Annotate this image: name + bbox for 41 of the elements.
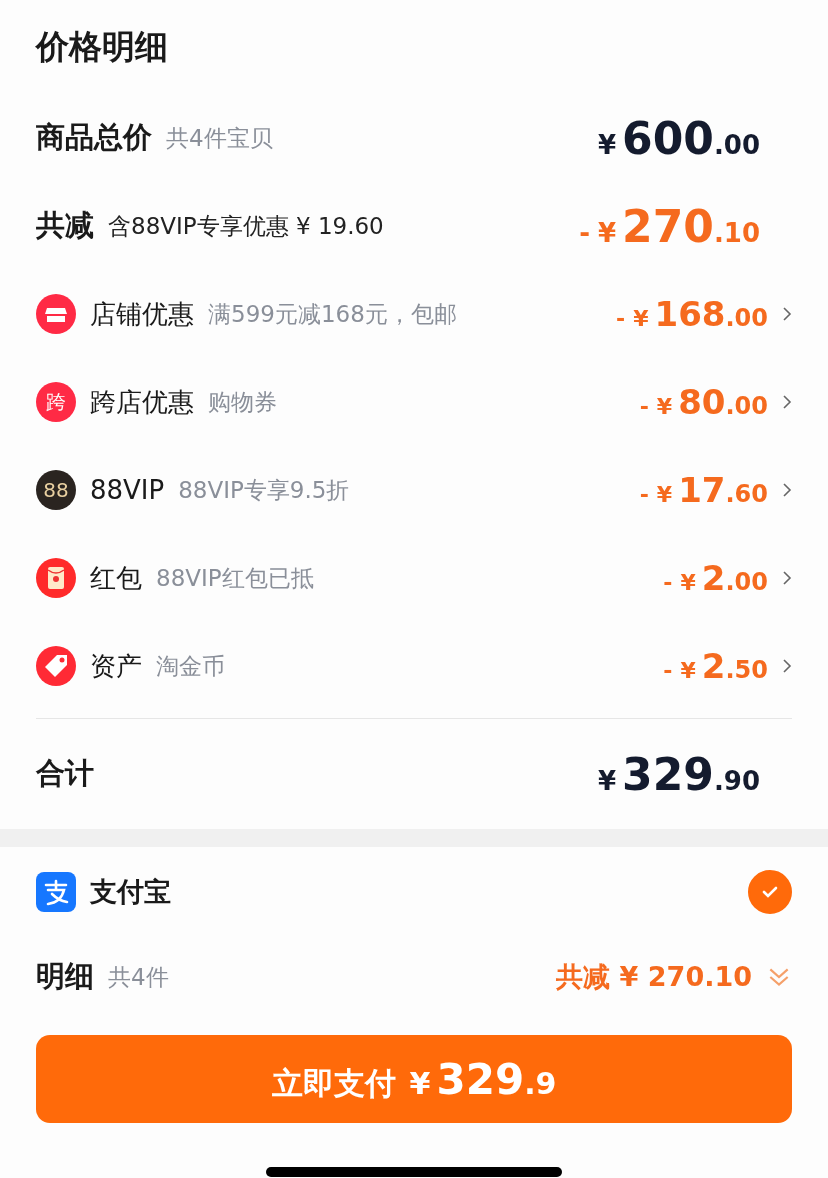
discount-amount: - ¥ 17.60 (639, 470, 768, 510)
vip-discount-note: 含88VIP专享优惠 ¥ 19.60 (108, 211, 384, 241)
discount-label: 红包 (90, 561, 142, 595)
discount-label: 店铺优惠 (90, 297, 194, 331)
discount-amount: - ¥ 168.00 (616, 294, 768, 334)
discount-label: 88VIP (90, 475, 165, 505)
sheet-title: 价格明细 (36, 26, 169, 68)
discount-summary: 共减 ¥ 270.10 (556, 960, 752, 994)
chevron-right-icon[interactable] (782, 570, 792, 586)
discount-note: 满599元减168元，包邮 (208, 299, 457, 329)
discount-note: 88VIP专享9.5折 (178, 475, 350, 505)
chevron-right-icon[interactable] (782, 306, 792, 322)
sum-label: 合计 (36, 755, 94, 792)
coupon-icon: 跨 (36, 382, 76, 422)
payment-app-icon (36, 872, 76, 912)
vip-icon: 88 (36, 470, 76, 510)
pay-button[interactable]: 立即支付 ¥329.9 (36, 1035, 792, 1123)
envelope-icon (36, 558, 76, 598)
goods-count: 共4件宝贝 (166, 123, 273, 153)
discount-amount: - ¥ 2.50 (663, 646, 768, 686)
discount-label: 资产 (90, 649, 142, 683)
payment-radio[interactable] (748, 870, 792, 914)
discount-amount: - ¥ 2.00 (663, 558, 768, 598)
discount-note: 淘金币 (156, 651, 225, 681)
discount-amount: - ¥ 80.00 (639, 382, 768, 422)
chevron-right-icon[interactable] (782, 394, 792, 410)
sum-price: ¥329.90 (598, 748, 760, 800)
discount-note: 购物券 (208, 387, 277, 417)
store-icon (36, 294, 76, 334)
item-count: 共4件 (108, 962, 169, 992)
goods-total-label: 商品总价 (36, 119, 152, 156)
chevron-right-icon[interactable] (782, 658, 792, 674)
discount-total-price: - ¥270.10 (579, 200, 760, 252)
discount-total-label: 共减 (36, 207, 94, 244)
discount-label: 跨店优惠 (90, 385, 194, 419)
goods-total-price: ¥600.00 (598, 112, 760, 164)
tag-icon (36, 646, 76, 686)
discount-note: 88VIP红包已抵 (156, 563, 314, 593)
detail-label: 明细 (36, 958, 94, 995)
payment-method-label: 支付宝 (90, 875, 171, 909)
chevron-right-icon[interactable] (782, 482, 792, 498)
